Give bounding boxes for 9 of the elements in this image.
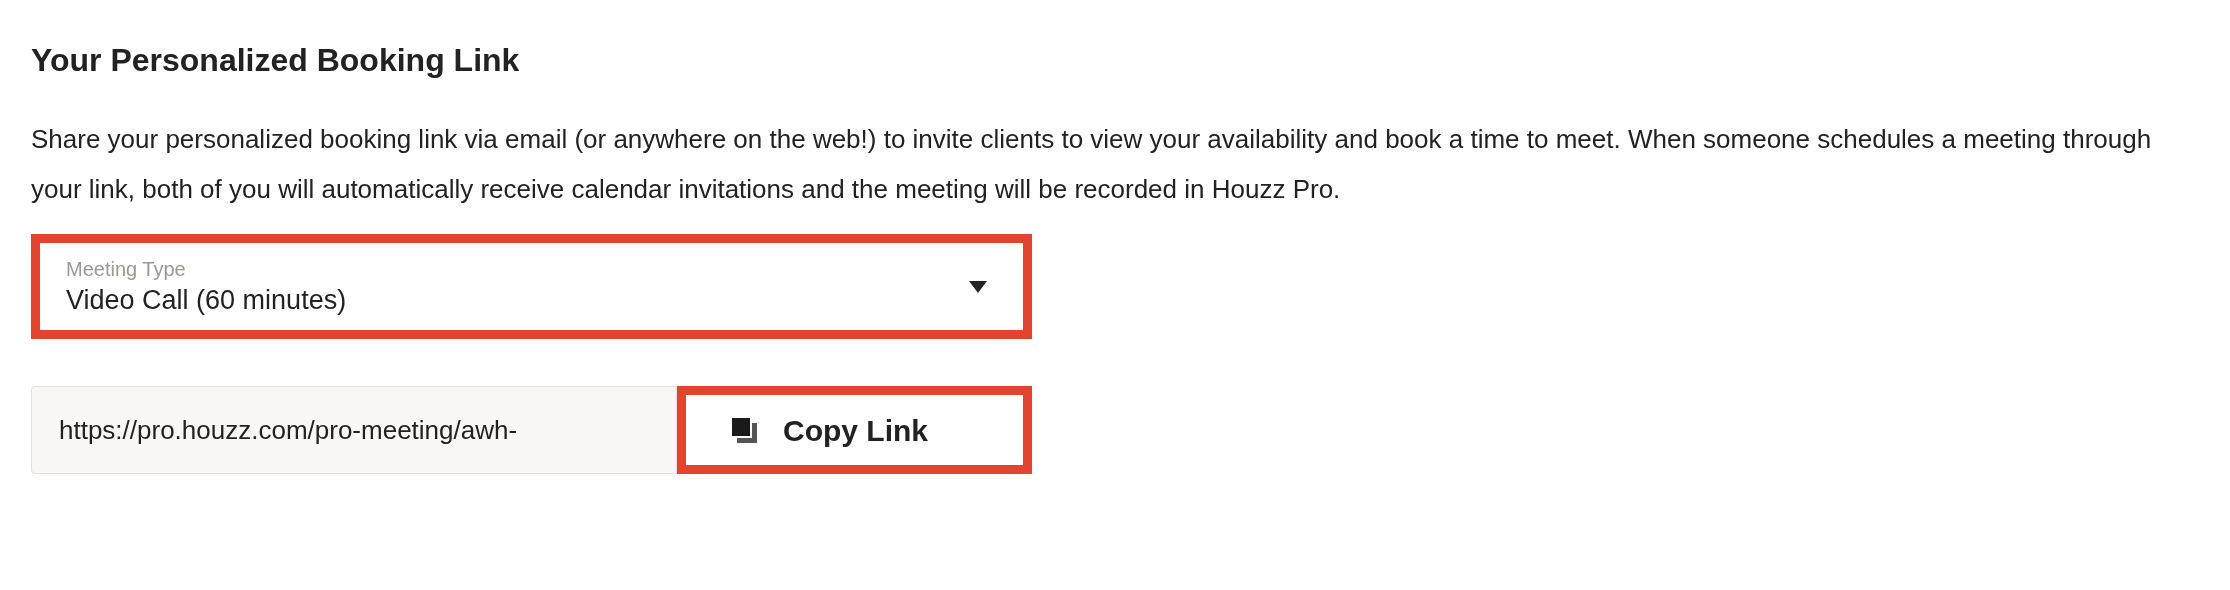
field-value: Video Call (60 minutes) [66,283,347,317]
link-field[interactable]: https://pro.houzz.com/pro-meeting/awh- [31,386,677,474]
copy-icon [731,417,757,443]
section-title: Your Personalized Booking Link [31,41,520,80]
dropdown-caret-icon [969,280,987,293]
meeting-type-dropdown[interactable]: Meeting Type Video Call (60 minutes) [31,234,1032,339]
field-label: Meeting Type [66,256,186,282]
description-text: Share your personalized booking link via email (or anywhere on the web!) to invite clients to view your availability and book a time to meet. When someone schedules a meeting through your link, both of you will automatically receive calendar invitations and the meeting will be recorded in Houzz Pro. [31,123,2153,206]
copy-link-button[interactable]: Copy Link [677,386,1032,474]
